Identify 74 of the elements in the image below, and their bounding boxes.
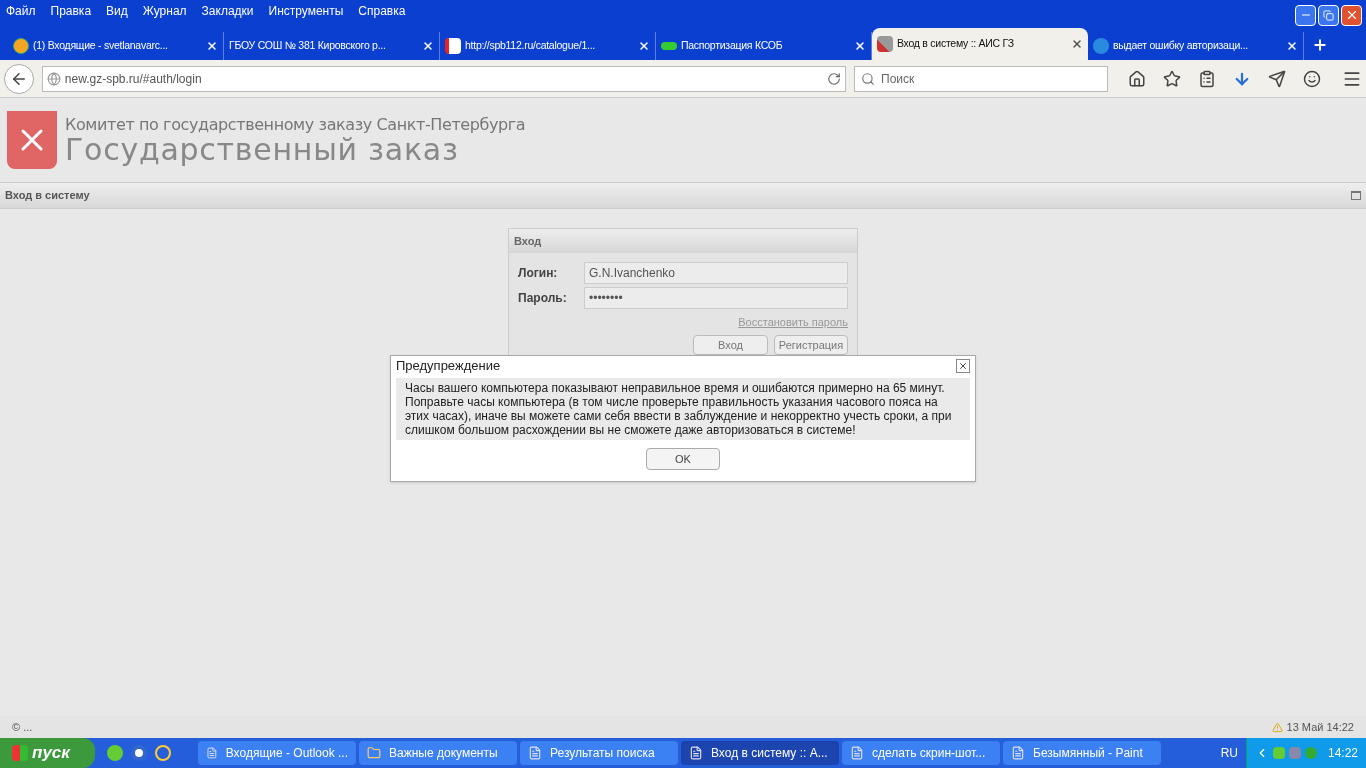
coat-of-arms-logo — [7, 111, 57, 169]
folder-icon — [367, 746, 381, 760]
ok-button[interactable]: OK — [646, 448, 720, 470]
form-button[interactable]: Вход — [693, 335, 768, 355]
menu-item[interactable]: Правка — [48, 2, 94, 20]
minimize-button[interactable] — [1295, 4, 1316, 26]
tab-title: выдает ошибку авторизаци... — [1113, 38, 1249, 54]
tab-title: (1) Входящие - svetlanavarc... — [33, 38, 169, 54]
taskbar-button[interactable]: Безымянный - Paint — [1003, 741, 1161, 765]
menu-item[interactable]: Закладки — [199, 2, 256, 20]
home-icon[interactable] — [1128, 69, 1146, 88]
warning-icon — [1271, 721, 1283, 733]
reload-icon[interactable] — [827, 71, 841, 86]
collapse-icon[interactable] — [1351, 191, 1361, 200]
field-label: Пароль: — [518, 289, 568, 307]
tab-title: Паспортизация КСОБ — [681, 38, 784, 54]
taskbar-button[interactable]: Вход в систему :: А... — [681, 741, 839, 765]
close-tab-icon[interactable] — [638, 40, 650, 52]
tab-title: Вход в систему :: АИС ГЗ — [897, 36, 1015, 52]
clipboard-icon[interactable] — [1198, 69, 1216, 88]
close-tab-icon[interactable] — [206, 40, 218, 52]
dialog-title: Предупреждение — [396, 357, 501, 376]
org-name: Комитет по государственному заказу Санкт-Петербурга — [65, 115, 526, 135]
url-text: new.gz-spb.ru/#auth/login — [64, 70, 203, 88]
close-tab-icon[interactable] — [854, 40, 866, 52]
panel-title: Вход — [514, 233, 542, 249]
start-button[interactable]: пуск — [0, 738, 95, 768]
tab-title: ГБОУ СОШ № 381 Кировского р... — [229, 38, 387, 54]
search-icon — [861, 71, 875, 86]
taskbar-button[interactable]: Результаты поиска — [520, 741, 678, 765]
menu-item[interactable]: Справка — [356, 2, 408, 20]
close-icon — [958, 361, 968, 371]
letter-tile-icon — [445, 38, 461, 54]
menu-item[interactable]: Инструменты — [266, 2, 346, 20]
window-icon — [850, 746, 864, 760]
search-field[interactable]: Поиск — [854, 65, 1108, 92]
address-bar[interactable]: new.gz-spb.ru/#auth/login — [41, 65, 846, 92]
windows-logo-icon — [12, 745, 28, 761]
status-datetime: 13 Май 14:22 — [1286, 719, 1354, 735]
close-tab-icon[interactable] — [1286, 40, 1298, 52]
paper-plane-icon[interactable] — [1268, 69, 1286, 88]
menu-item[interactable]: Журнал — [140, 2, 189, 20]
site-title: Государственный заказ — [65, 135, 459, 165]
new-tab-icon[interactable] — [1312, 37, 1328, 53]
input-field[interactable]: •••••••• — [584, 286, 848, 309]
field-label: Логин: — [518, 264, 559, 282]
window-icon — [206, 746, 218, 760]
restore-button[interactable] — [1318, 4, 1339, 26]
window-icon — [1011, 746, 1025, 760]
menu-item[interactable]: Файл — [4, 2, 38, 20]
status-text: © ... — [12, 719, 33, 735]
window-icon — [528, 746, 542, 760]
taskbar-button[interactable]: Входящие - Outlook ... — [198, 741, 356, 765]
window-icon — [689, 746, 703, 760]
smiley-icon[interactable] — [1303, 69, 1321, 88]
taskbar-button[interactable]: сделать скрин-шот... — [842, 741, 1000, 765]
section-title: Вход в систему — [5, 188, 90, 204]
media-player-icon[interactable] — [131, 745, 147, 761]
close-tab-icon[interactable] — [422, 40, 434, 52]
taskbar-button[interactable]: Важные документы — [359, 741, 517, 765]
bookmark-star-icon[interactable] — [1163, 69, 1181, 88]
close-tab-icon[interactable] — [1071, 38, 1083, 50]
input-field[interactable]: G.N.Ivanchenko — [584, 261, 848, 284]
tab-title: http://spb112.ru/catalogue/1... — [465, 38, 596, 54]
menu-item[interactable]: Вид — [104, 2, 130, 20]
form-button[interactable]: Регистрация — [774, 335, 848, 355]
clock: 14:22 — [1327, 745, 1358, 762]
back-button[interactable] — [4, 63, 34, 94]
language-indicator[interactable]: RU — [1212, 744, 1246, 762]
close-button[interactable] — [956, 359, 970, 373]
browser-tab[interactable]: Вход в систему :: АИС ГЗ — [872, 28, 1088, 60]
globe-icon — [46, 71, 61, 86]
warning-message: Часы вашего компьютера показывают неправильное время и ошибаются примерно на 65 минут. Поправьте часы компьютера (в том числе проверьте правильность указания часового пояса на этих часах), иначе вы можете сами себя ввести в заблуждение и некорректно учесть сроки, а при слишком большом расхождении вы не сможете даже авторизоваться в системе! — [405, 381, 953, 437]
restore-icon — [1323, 9, 1334, 21]
